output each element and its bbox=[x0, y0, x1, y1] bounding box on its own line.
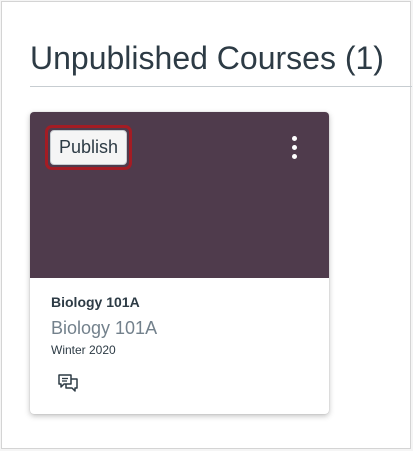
kebab-dot bbox=[292, 136, 297, 141]
publish-button[interactable]: Publish bbox=[50, 130, 127, 165]
kebab-dot bbox=[292, 154, 297, 159]
kebab-dot bbox=[292, 145, 297, 150]
section-title: Unpublished Courses (1) bbox=[30, 40, 384, 76]
title-divider bbox=[30, 86, 412, 87]
course-name[interactable]: Biology 101A bbox=[51, 294, 140, 310]
course-code: Biology 101A bbox=[51, 318, 158, 338]
kebab-menu-icon[interactable] bbox=[285, 134, 303, 162]
course-card-header[interactable]: Publish bbox=[30, 112, 329, 278]
unpublished-courses-panel: Unpublished Courses (1) Publish Biology … bbox=[1, 1, 412, 449]
course-card[interactable]: Publish Biology 101A Biology 101A Winter… bbox=[30, 112, 329, 414]
course-term: Winter 2020 bbox=[51, 343, 116, 357]
publish-button-highlight: Publish bbox=[45, 125, 132, 170]
discussions-icon[interactable] bbox=[56, 372, 80, 394]
